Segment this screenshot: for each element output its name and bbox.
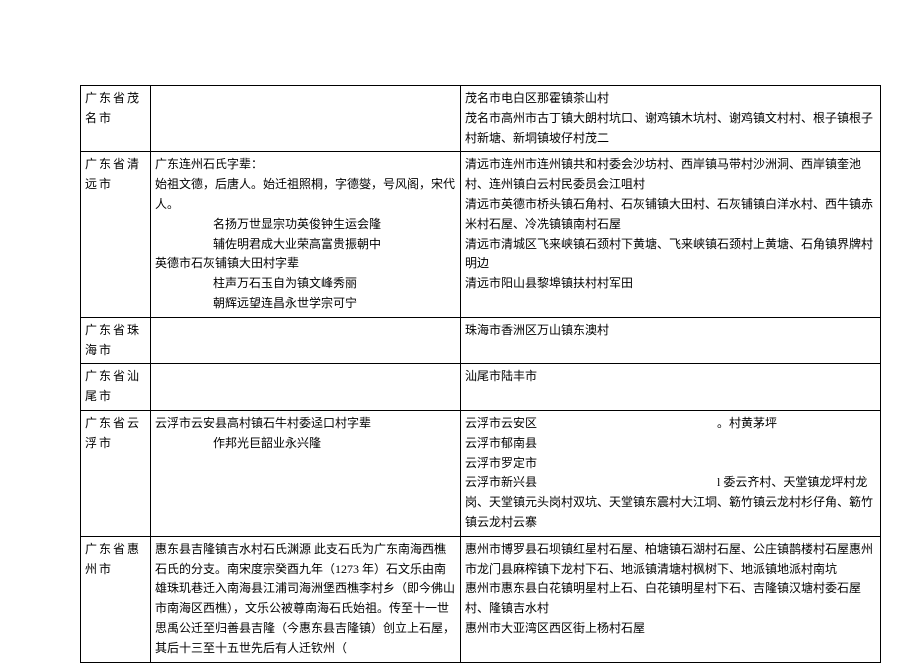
detail-cell: 云浮市云安区 。村黄茅坪云浮市郁南县云浮市罗定市云浮市新兴县 l 委云齐村、天堂… (461, 410, 881, 536)
table-row: 广东省清远市广东连州石氏字辈：始祖文德，后唐人。始迁祖照桐，字德燮，号风阁，宋代… (81, 152, 881, 317)
text-line: 英德市石灰铺镇大田村字辈 (155, 254, 456, 274)
text-line: 名扬万世显宗功英俊钟生运会隆 (155, 215, 456, 235)
text-line: 柱声万石玉自为镇文峰秀丽 (155, 274, 456, 294)
text-line: 朝辉远望连昌永世学宗可宁 (155, 294, 456, 314)
description-cell (151, 317, 461, 364)
region-cell: 广东省汕尾市 (81, 364, 151, 411)
description-cell (151, 86, 461, 152)
data-table: 广东省茂名市 茂名市电白区那霍镇茶山村茂名市高州市古丁镇大朗村坑口、谢鸡镇木坑村、… (80, 85, 881, 663)
table-row: 广东省惠州市惠东县吉隆镇吉水村石氏渊源 此支石氏为广东南海西樵石氏的分支。南宋度… (81, 536, 881, 662)
text-line: 始祖文德，后唐人。始迁祖照桐，字德燮，号风阁，宋代人。 (155, 175, 456, 215)
description-cell (151, 364, 461, 411)
description-cell: 云浮市云安县高村镇石牛村委迳口村字辈作邦光巨韶业永兴隆 (151, 410, 461, 536)
text-line: 作邦光巨韶业永兴隆 (155, 434, 456, 454)
detail-cell: 清远市连州市连州镇共和村委会沙坊村、西岸镇马带村沙洲洞、西岸镇奎池村、连州镇白云… (461, 152, 881, 317)
table-row: 广东省珠海市 珠海市香洲区万山镇东澳村 (81, 317, 881, 364)
detail-cell: 惠州市博罗县石坝镇红星村石屋、柏塘镇石湖村石屋、公庄镇鹊楼村石屋惠州市龙门县麻榨… (461, 536, 881, 662)
text-line: 广东连州石氏字辈： (155, 155, 456, 175)
detail-cell: 茂名市电白区那霍镇茶山村茂名市高州市古丁镇大朗村坑口、谢鸡镇木坑村、谢鸡镇文村村… (461, 86, 881, 152)
description-cell: 惠东县吉隆镇吉水村石氏渊源 此支石氏为广东南海西樵石氏的分支。南宋度宗癸酉九年（… (151, 536, 461, 662)
text-line: 辅佐明君成大业荣高富贵振朝中 (155, 235, 456, 255)
detail-cell: 珠海市香洲区万山镇东澳村 (461, 317, 881, 364)
region-cell: 广东省云浮市 (81, 410, 151, 536)
table-row: 广东省云浮市云浮市云安县高村镇石牛村委迳口村字辈作邦光巨韶业永兴隆云浮市云安区 … (81, 410, 881, 536)
region-cell: 广东省清远市 (81, 152, 151, 317)
region-cell: 广东省茂名市 (81, 86, 151, 152)
text-line: 云浮市云安县高村镇石牛村委迳口村字辈 (155, 414, 456, 434)
table-row: 广东省茂名市 茂名市电白区那霍镇茶山村茂名市高州市古丁镇大朗村坑口、谢鸡镇木坑村、… (81, 86, 881, 152)
table-row: 广东省汕尾市 汕尾市陆丰市 (81, 364, 881, 411)
detail-cell: 汕尾市陆丰市 (461, 364, 881, 411)
region-cell: 广东省珠海市 (81, 317, 151, 364)
region-cell: 广东省惠州市 (81, 536, 151, 662)
description-cell: 广东连州石氏字辈：始祖文德，后唐人。始迁祖照桐，字德燮，号风阁，宋代人。名扬万世… (151, 152, 461, 317)
